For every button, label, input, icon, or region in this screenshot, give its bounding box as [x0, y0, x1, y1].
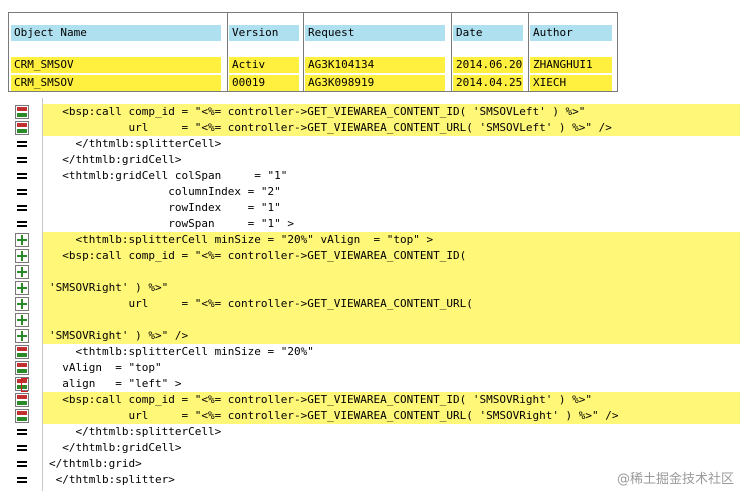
header-author: Author — [530, 25, 612, 41]
code-line-text: <bsp:call comp_id = "<%= controller->GET… — [49, 105, 586, 118]
table-cell[interactable]: 2014.06.20 — [453, 57, 523, 73]
header-date: Date — [453, 25, 523, 41]
changed-line-icon — [15, 105, 29, 119]
header-request: Request — [305, 25, 445, 41]
code-line-text: url = "<%= controller->GET_VIEWAREA_CONT… — [49, 409, 619, 422]
code-line[interactable]: </thtmlb:gridCell> — [15, 440, 740, 456]
inserted-line-icon — [15, 281, 29, 295]
code-line-text: rowIndex = "1" — [49, 201, 281, 214]
inserted-line-icon — [15, 265, 29, 279]
watermark: @稀土掘金技术社区 — [616, 472, 734, 487]
code-line-text: </thtmlb:gridCell> — [49, 441, 182, 454]
code-line[interactable]: url = "<%= controller->GET_VIEWAREA_CONT… — [15, 296, 740, 312]
inserted-line-icon — [15, 313, 29, 327]
equal-lines-icon — [15, 441, 29, 455]
equal-lines-icon — [15, 217, 29, 231]
code-line[interactable] — [15, 312, 740, 328]
inserted-line-icon — [15, 297, 29, 311]
equal-lines-icon — [15, 473, 29, 487]
inserted-line-icon — [15, 233, 29, 247]
equal-lines-icon — [15, 169, 29, 183]
code-line[interactable]: 'SMSOVRight' ) %>" — [15, 280, 740, 296]
equal-lines-icon — [15, 153, 29, 167]
code-line[interactable]: columnIndex = "2" — [15, 184, 740, 200]
equal-lines-icon — [15, 457, 29, 471]
version-table: Object Name Version Request Date Author … — [8, 12, 618, 92]
changed-line-icon — [15, 121, 29, 135]
code-line-text: </thtmlb:splitter> — [49, 473, 175, 486]
code-line[interactable]: align = "left" > — [15, 376, 740, 392]
code-line-text: 'SMSOVRight' ) %>" — [49, 281, 169, 294]
table-cell[interactable]: ZHANGHUI1 — [530, 57, 612, 73]
code-line-text: </thtmlb:gridCell> — [49, 153, 182, 166]
table-cell[interactable]: 2014.04.25 — [453, 75, 523, 91]
code-line[interactable]: <bsp:call comp_id = "<%= controller->GET… — [15, 104, 740, 120]
code-line-text: vAlign = "top" — [49, 361, 162, 374]
table-cell[interactable]: 00019 — [229, 75, 299, 91]
code-line-text: </thtmlb:splitterCell> — [49, 137, 222, 150]
code-line[interactable]: 'SMSOVRight' ) %>" /> — [15, 328, 740, 344]
code-line[interactable]: url = "<%= controller->GET_VIEWAREA_CONT… — [15, 120, 740, 136]
code-line[interactable]: rowSpan = "1" > — [15, 216, 740, 232]
inserted-line-icon — [15, 249, 29, 263]
code-line[interactable]: vAlign = "top" — [15, 360, 740, 376]
changed-line-icon — [15, 409, 29, 423]
code-line[interactable]: <bsp:call comp_id = "<%= controller->GET… — [15, 392, 740, 408]
changed-line-icon — [15, 361, 29, 375]
code-line-text: columnIndex = "2" — [49, 185, 281, 198]
code-compare-panel: <bsp:call comp_id = "<%= controller->GET… — [8, 98, 740, 491]
equal-lines-icon — [15, 425, 29, 439]
code-line-text: <bsp:call comp_id = "<%= controller->GET… — [49, 249, 467, 262]
table-cell[interactable]: CRM_SMSOV — [11, 57, 221, 73]
code-line-text: align = "left" > — [49, 377, 182, 390]
code-line-text: rowSpan = "1" > — [49, 217, 295, 230]
code-line-text: url = "<%= controller->GET_VIEWAREA_CONT… — [49, 297, 473, 310]
code-line[interactable] — [15, 264, 740, 280]
code-line[interactable]: <thtmlb:gridCell colSpan = "1" — [15, 168, 740, 184]
code-lines: <bsp:call comp_id = "<%= controller->GET… — [15, 104, 740, 488]
header-version: Version — [229, 25, 299, 41]
equal-lines-icon — [15, 137, 29, 151]
table-cell[interactable]: AG3K098919 — [305, 75, 445, 91]
table-cell[interactable]: Activ — [229, 57, 299, 73]
code-line-text: <thtmlb:splitterCell minSize = "20%" — [49, 345, 314, 358]
code-line-text: <thtmlb:splitterCell minSize = "20%" vAl… — [49, 233, 434, 246]
equal-lines-icon — [15, 201, 29, 215]
code-line-text: url = "<%= controller->GET_VIEWAREA_CONT… — [49, 121, 612, 134]
table-cell[interactable]: CRM_SMSOV — [11, 75, 221, 91]
code-line[interactable]: <bsp:call comp_id = "<%= controller->GET… — [15, 248, 740, 264]
code-line-text: </thtmlb:splitterCell> — [49, 425, 222, 438]
code-line-text: <bsp:call comp_id = "<%= controller->GET… — [49, 393, 593, 406]
header-object-name: Object Name — [11, 25, 221, 41]
code-line[interactable]: <thtmlb:splitterCell minSize = "20%" vAl… — [15, 232, 740, 248]
code-line-text: <thtmlb:gridCell colSpan = "1" — [49, 169, 288, 182]
equal-lines-icon — [15, 185, 29, 199]
code-line[interactable]: </thtmlb:splitterCell> — [15, 136, 740, 152]
table-cell[interactable]: AG3K104134 — [305, 57, 445, 73]
code-line[interactable]: rowIndex = "1" — [15, 200, 740, 216]
table-cell[interactable]: XIECH — [530, 75, 612, 91]
inserted-line-icon — [15, 329, 29, 343]
code-line[interactable]: </thtmlb:gridCell> — [15, 152, 740, 168]
changed-line-icon — [15, 393, 29, 407]
code-line-text: </thtmlb:grid> — [49, 457, 142, 470]
code-line[interactable]: url = "<%= controller->GET_VIEWAREA_CONT… — [15, 408, 740, 424]
changed-line-icon — [15, 345, 29, 359]
change-bracket-marker — [21, 378, 28, 392]
code-line-text: 'SMSOVRight' ) %>" /> — [49, 329, 189, 342]
code-line[interactable]: </thtmlb:splitterCell> — [15, 424, 740, 440]
code-line[interactable]: <thtmlb:splitterCell minSize = "20%" — [15, 344, 740, 360]
